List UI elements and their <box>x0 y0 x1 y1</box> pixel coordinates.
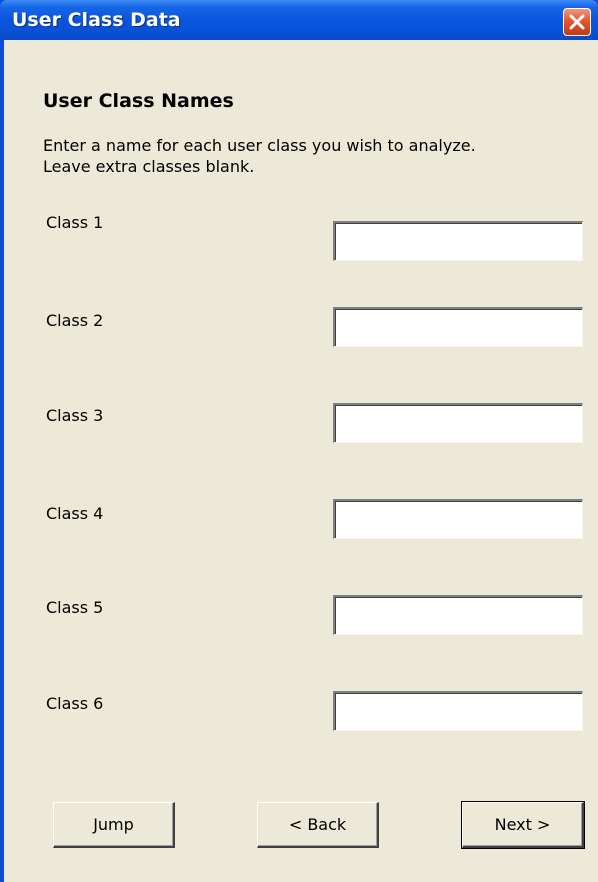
class-3-label: Class 3 <box>46 406 104 425</box>
class-5-input[interactable] <box>333 595 583 635</box>
class-4-input[interactable] <box>333 499 583 539</box>
class-1-input[interactable] <box>333 221 583 261</box>
close-icon <box>569 14 585 30</box>
instruction-line: Leave extra classes blank. <box>43 157 255 176</box>
class-6-label: Class 6 <box>46 694 104 713</box>
class-6-input[interactable] <box>333 691 583 731</box>
instruction-line: Enter a name for each user class you wis… <box>43 136 476 155</box>
class-1-label: Class 1 <box>46 213 104 232</box>
class-2-label: Class 2 <box>46 311 104 330</box>
title-bar[interactable]: User Class Data <box>0 0 598 40</box>
next-button[interactable]: Next > <box>461 801 585 849</box>
class-4-label: Class 4 <box>46 504 104 523</box>
class-3-input[interactable] <box>333 403 583 443</box>
window-title: User Class Data <box>12 9 181 31</box>
dialog-window: User Class Data User Class Names Enter a… <box>0 0 598 882</box>
class-5-label: Class 5 <box>46 598 104 617</box>
instructions-text: Enter a name for each user class you wis… <box>43 135 593 177</box>
jump-button[interactable]: Jump <box>53 802 175 848</box>
section-heading: User Class Names <box>43 90 234 112</box>
back-button[interactable]: < Back <box>257 802 379 848</box>
class-2-input[interactable] <box>333 307 583 347</box>
close-button[interactable] <box>563 8 591 36</box>
